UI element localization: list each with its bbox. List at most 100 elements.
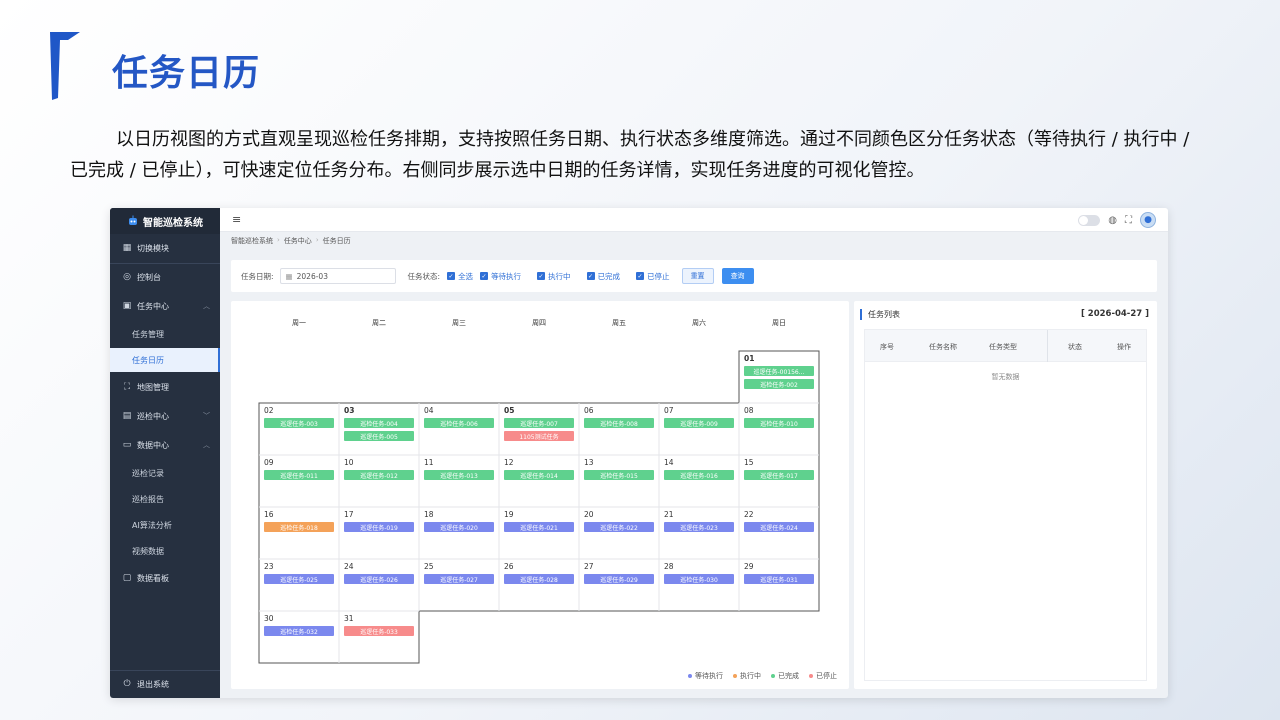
- calendar-day-cell[interactable]: 03 巡检任务-004 巡逻任务-005: [339, 403, 419, 455]
- calendar-day-cell[interactable]: 15 巡逻任务-017: [739, 455, 819, 507]
- task-chip-pending[interactable]: 巡逻任务-027: [424, 574, 494, 584]
- task-chip-pending[interactable]: 巡逻任务-023: [664, 522, 734, 532]
- task-chip-done[interactable]: 巡检任务-006: [424, 418, 494, 428]
- calendar-day-cell[interactable]: 10 巡逻任务-012: [339, 455, 419, 507]
- task-chip-done[interactable]: 巡逻任务-014: [504, 470, 574, 480]
- user-avatar-icon[interactable]: ●: [1140, 212, 1156, 228]
- calendar-day-cell[interactable]: 28 巡检任务-030: [659, 559, 739, 611]
- legend-label: 已完成: [778, 672, 799, 680]
- sidebar-item-video-data[interactable]: 视频数据: [110, 539, 220, 563]
- checkbox-all[interactable]: ✓ 全选: [447, 271, 473, 282]
- calendar-day-cell[interactable]: 19 巡逻任务-021: [499, 507, 579, 559]
- breadcrumb-item[interactable]: 任务中心: [284, 236, 312, 246]
- hamburger-icon[interactable]: ≡: [232, 213, 241, 226]
- task-chip-done[interactable]: 巡检任务-002: [744, 379, 814, 389]
- checkbox-done[interactable]: ✓ 已完成: [586, 271, 620, 282]
- task-chip-pending[interactable]: 巡逻任务-028: [504, 574, 574, 584]
- task-chip-done[interactable]: 巡逻任务-007: [504, 418, 574, 428]
- globe-icon[interactable]: ◍: [1108, 215, 1117, 226]
- title-bracket-decoration: [50, 32, 80, 100]
- calendar-day-cell[interactable]: 16 巡检任务-018: [259, 507, 339, 559]
- task-chip-done[interactable]: 巡检任务-008: [584, 418, 654, 428]
- task-chip-pending[interactable]: 巡逻任务-024: [744, 522, 814, 532]
- calendar-day-cell[interactable]: 20 巡逻任务-022: [579, 507, 659, 559]
- sidebar-item-inspection-record[interactable]: 巡检记录: [110, 461, 220, 485]
- checkbox-running[interactable]: ✓ 执行中: [537, 271, 571, 282]
- logout-button[interactable]: ⏻ 退出系统: [110, 672, 220, 696]
- calendar-day-cell[interactable]: 09 巡逻任务-011: [259, 455, 339, 507]
- sidebar-item-map-manage[interactable]: ⛶ 地图管理: [110, 375, 220, 399]
- calendar-day-cell[interactable]: 01 巡逻任务-00156... 巡检任务-002: [739, 351, 819, 403]
- sidebar-item-task-center[interactable]: ▣ 任务中心 ︿: [110, 294, 220, 318]
- checkbox-pending[interactable]: ✓ 等待执行: [480, 271, 521, 282]
- calendar-day-cell[interactable]: 14 巡逻任务-016: [659, 455, 739, 507]
- task-chip-pending[interactable]: 巡检任务-030: [664, 574, 734, 584]
- task-chip-stopped[interactable]: 1105测试任务: [504, 431, 574, 441]
- calendar-day-cell[interactable]: 05 巡逻任务-007 1105测试任务: [499, 403, 579, 455]
- task-chip-pending[interactable]: 巡逻任务-022: [584, 522, 654, 532]
- calendar-day-cell[interactable]: 27 巡逻任务-029: [579, 559, 659, 611]
- checkbox-stopped[interactable]: ✓ 已停止: [636, 271, 670, 282]
- reset-button[interactable]: 重置: [681, 268, 714, 284]
- task-chip-pending[interactable]: 巡逻任务-019: [344, 522, 414, 532]
- task-chip-running[interactable]: 巡检任务-018: [264, 522, 334, 532]
- sidebar-item-dashboard[interactable]: ▢ 数据看板: [110, 566, 220, 590]
- calendar-day-cell[interactable]: 17 巡逻任务-019: [339, 507, 419, 559]
- task-chip-pending[interactable]: 巡逻任务-020: [424, 522, 494, 532]
- calendar-day-cell[interactable]: 11 巡逻任务-013: [419, 455, 499, 507]
- task-chip-done[interactable]: 巡检任务-015: [584, 470, 654, 480]
- calendar-day-cell[interactable]: 24 巡逻任务-026: [339, 559, 419, 611]
- task-chip-pending[interactable]: 巡逻任务-026: [344, 574, 414, 584]
- task-chip-done[interactable]: 巡逻任务-016: [664, 470, 734, 480]
- task-chip-done[interactable]: 巡逻任务-012: [344, 470, 414, 480]
- task-chip-done[interactable]: 巡逻任务-009: [664, 418, 734, 428]
- switch-module-button[interactable]: ▦ 切换模块: [110, 236, 220, 260]
- calendar-day-cell[interactable]: 07 巡逻任务-009: [659, 403, 739, 455]
- sidebar-item-task-manage[interactable]: 任务管理: [110, 322, 220, 346]
- calendar-day-cell[interactable]: 08 巡检任务-010: [739, 403, 819, 455]
- calendar-day-cell[interactable]: 25 巡逻任务-027: [419, 559, 499, 611]
- calendar-day-cell[interactable]: 29 巡逻任务-031: [739, 559, 819, 611]
- sidebar-item-ai-analysis[interactable]: AI算法分析: [110, 513, 220, 537]
- fullscreen-icon[interactable]: ⛶: [1125, 215, 1132, 226]
- sidebar-item-task-calendar[interactable]: 任务日历: [110, 348, 220, 372]
- checkbox-label: 执行中: [548, 271, 571, 281]
- calendar-day-cell[interactable]: 06 巡检任务-008: [579, 403, 659, 455]
- sidebar-item-data-center[interactable]: ▭ 数据中心 ︿: [110, 433, 220, 457]
- calendar-day-cell[interactable]: 12 巡逻任务-014: [499, 455, 579, 507]
- weekday-header: 周五: [612, 319, 626, 327]
- task-chip-pending[interactable]: 巡逻任务-025: [264, 574, 334, 584]
- task-chip-done[interactable]: 巡逻任务-003: [264, 418, 334, 428]
- theme-toggle[interactable]: [1078, 214, 1101, 226]
- task-chip-pending[interactable]: 巡逻任务-031: [744, 574, 814, 584]
- day-number: 26: [504, 562, 514, 571]
- task-chip-pending[interactable]: 巡逻任务-021: [504, 522, 574, 532]
- sidebar-item-inspection-center[interactable]: ▤ 巡检中心 ﹀: [110, 404, 220, 428]
- calendar-day-cell[interactable]: 31 巡逻任务-033: [339, 611, 419, 663]
- calendar-day-cell[interactable]: 21 巡逻任务-023: [659, 507, 739, 559]
- task-chip-pending[interactable]: 巡检任务-032: [264, 626, 334, 636]
- sidebar-item-console[interactable]: ◎ 控制台: [110, 265, 220, 289]
- query-button[interactable]: 查询: [721, 268, 754, 284]
- task-chip-done[interactable]: 巡逻任务-005: [344, 431, 414, 441]
- calendar-day-cell[interactable]: 23 巡逻任务-025: [259, 559, 339, 611]
- calendar-day-cell[interactable]: 30 巡检任务-032: [259, 611, 339, 663]
- task-chip-pending[interactable]: 巡逻任务-029: [584, 574, 654, 584]
- task-chip-done[interactable]: 巡逻任务-013: [424, 470, 494, 480]
- calendar-day-cell[interactable]: 18 巡逻任务-020: [419, 507, 499, 559]
- task-chip-done[interactable]: 巡检任务-004: [344, 418, 414, 428]
- task-chip-stopped[interactable]: 巡逻任务-033: [344, 626, 414, 636]
- calendar-day-cell[interactable]: 26 巡逻任务-028: [499, 559, 579, 611]
- breadcrumb-item[interactable]: 智能巡检系统: [231, 236, 273, 246]
- calendar-day-cell[interactable]: 13 巡检任务-015: [579, 455, 659, 507]
- task-chip-done[interactable]: 巡逻任务-017: [744, 470, 814, 480]
- calendar-day-cell[interactable]: 22 巡逻任务-024: [739, 507, 819, 559]
- month-picker-input[interactable]: ▦ 2026-03: [279, 268, 396, 284]
- task-chip-done[interactable]: 巡逻任务-00156...: [744, 366, 814, 376]
- task-chip-done[interactable]: 巡检任务-010: [744, 418, 814, 428]
- calendar-day-cell[interactable]: 04 巡检任务-006: [419, 403, 499, 455]
- sidebar-logo[interactable]: 智能巡检系统: [110, 208, 220, 234]
- task-chip-done[interactable]: 巡逻任务-011: [264, 470, 334, 480]
- sidebar-item-inspection-report[interactable]: 巡检报告: [110, 487, 220, 511]
- calendar-day-cell[interactable]: 02 巡逻任务-003: [259, 403, 339, 455]
